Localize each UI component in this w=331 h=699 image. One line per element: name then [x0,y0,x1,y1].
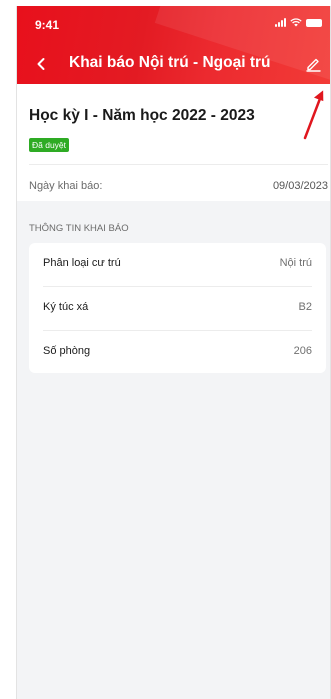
status-time: 9:41 [35,18,60,32]
term-summary-card: Học kỳ I - Năm học 2022 - 2023 Đã duyệt … [17,84,330,201]
chevron-left-icon [37,58,45,70]
info-row-label: Phân loại cư trú [43,257,121,269]
term-title: Học kỳ I - Năm học 2022 - 2023 [29,107,255,124]
pencil-icon [305,58,321,72]
info-row-value: B2 [298,301,312,313]
signal-icon [275,18,286,27]
battery-icon [306,18,322,27]
back-button[interactable] [31,54,51,74]
info-row-residence-type: Phân loại cư trú Nội trú [43,243,312,285]
edit-button[interactable] [302,52,324,74]
declared-date-value: 09/03/2023 [272,180,328,192]
info-row-label: Số phòng [43,345,91,357]
app-screen: 9:41 Khai báo Nội trú - Ngoại trú Học kỳ… [16,6,331,699]
divider [29,164,328,165]
info-row-value: 206 [293,345,312,357]
status-badge: Đã duyệt [29,138,70,152]
declaration-info-card: Phân loại cư trú Nội trú Ký túc xá B2 Số… [29,243,326,373]
page-title: Khai báo Nội trú - Ngoại trú [69,54,271,71]
info-row-value: Nội trú [279,257,312,269]
section-heading: THÔNG TIN KHAI BÁO [29,223,129,234]
info-row-dormitory: Ký túc xá B2 [43,287,312,329]
info-row-room-number: Số phòng 206 [43,331,312,373]
info-row-label: Ký túc xá [43,301,89,313]
wifi-icon [290,18,302,27]
app-header: 9:41 Khai báo Nội trú - Ngoại trú [17,6,330,84]
status-icons [275,18,322,27]
declared-date-label: Ngày khai báo: [29,180,103,192]
